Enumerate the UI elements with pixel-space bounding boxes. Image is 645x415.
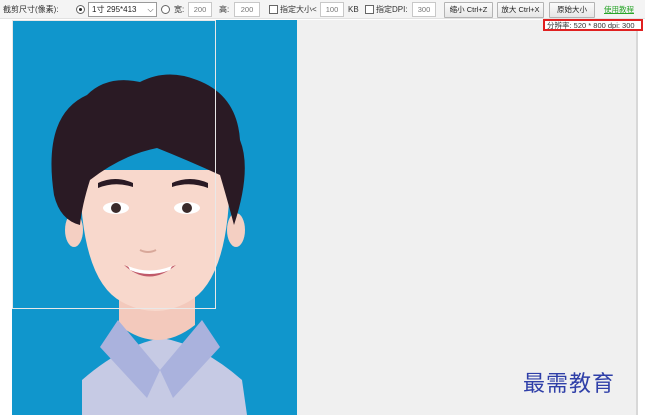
crop-size-label: 截剪尺寸(像素): [3, 5, 59, 14]
watermark-text: 最需教育 [523, 372, 616, 397]
size-unit-label: KB [348, 5, 359, 14]
dpi-checkbox[interactable] [365, 0, 374, 19]
custom-size-radio[interactable] [161, 0, 170, 19]
original-size-button[interactable]: 原始大小 [549, 1, 595, 18]
dpi-input[interactable]: 300 [412, 2, 436, 17]
radio-empty-icon[interactable] [161, 5, 170, 14]
checkbox-icon[interactable] [269, 5, 278, 14]
radio-selected-icon[interactable] [76, 5, 85, 14]
zoom-in-button[interactable]: 放大 Ctrl+X [497, 1, 544, 18]
toolbar: 截剪尺寸(像素): 1寸 295*413 ⌵ 宽: 200 高: 200 指定大… [0, 0, 645, 19]
preset-size-select[interactable]: 1寸 295*413 ⌵ [88, 2, 157, 17]
width-input[interactable]: 200 [188, 2, 212, 17]
preset-size-radio[interactable] [76, 0, 85, 19]
vertical-scrollbar[interactable] [636, 20, 638, 415]
size-limit-label: 指定大小< [280, 5, 317, 14]
size-limit-input[interactable]: 100 [320, 2, 344, 17]
chevron-down-icon: ⌵ [147, 4, 154, 14]
size-limit-checkbox[interactable] [269, 0, 278, 19]
help-link[interactable]: 使用教程 [604, 4, 634, 15]
resolution-status: 分辨率: 520 * 800 dpi: 300 [543, 19, 643, 31]
crop-frame[interactable] [12, 20, 216, 309]
dpi-label: 指定DPI: [376, 5, 408, 14]
height-input[interactable]: 200 [234, 2, 260, 17]
height-label: 高: [219, 5, 230, 14]
zoom-out-button[interactable]: 缩小 Ctrl+Z [444, 1, 493, 18]
checkbox-icon[interactable] [365, 5, 374, 14]
width-label: 宽: [174, 5, 185, 14]
